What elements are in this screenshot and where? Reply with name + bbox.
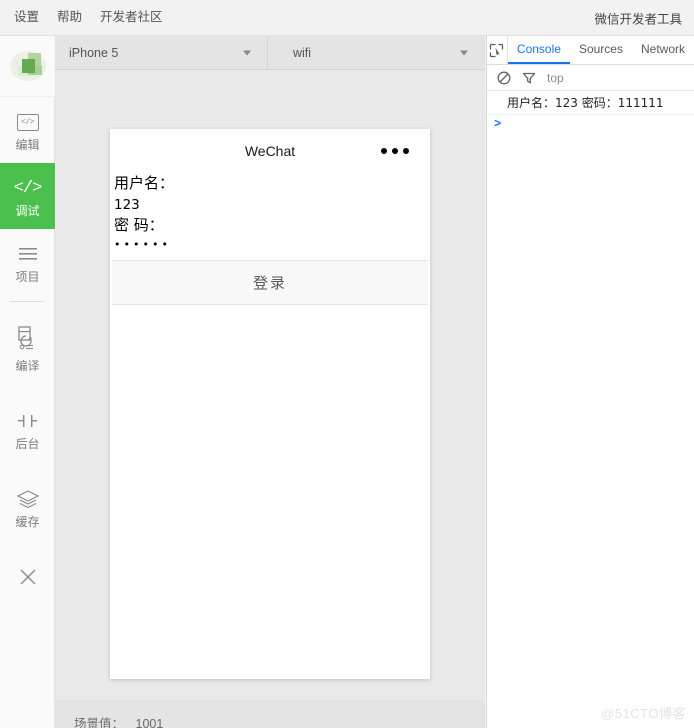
scene-value-label: 场景值： [74, 717, 125, 728]
inspect-cursor-glyph [490, 43, 504, 57]
menu-group: 设置 帮助 开发者社区 [0, 11, 163, 24]
sidebar-item-close[interactable] [0, 540, 55, 606]
left-sidebar: </> 编辑 </> 调试 项目 编译 后台 缓存 [0, 36, 55, 728]
sidebar-item-label-cache: 缓存 [15, 515, 40, 529]
compile-refresh-icon [16, 324, 40, 354]
simulator-toolbar: iPhone 5 wifi [55, 36, 485, 70]
console-context-selector[interactable]: top [547, 71, 564, 85]
filter-funnel-icon[interactable] [520, 69, 537, 86]
username-input[interactable]: 123 [112, 195, 428, 215]
sidebar-item-debug[interactable]: </> 调试 [0, 163, 55, 229]
sidebar-item-label-compile: 编译 [15, 359, 40, 373]
password-label: 密 码： [114, 216, 164, 234]
sidebar-item-project[interactable]: 项目 [0, 229, 55, 295]
layers-icon [16, 488, 40, 510]
code-angle-icon: </> [13, 178, 43, 198]
console-output: 用户名：123 密码：111111 > [487, 91, 694, 135]
simulator-stage: WeChat 用户名： 123 密 码： •••••• 登录 [55, 70, 485, 700]
more-dots-icon[interactable] [381, 148, 409, 154]
sidebar-item-cache[interactable]: 缓存 [0, 462, 55, 540]
password-input[interactable]: •••••• [112, 237, 428, 254]
network-select-value: wifi [293, 45, 312, 60]
device-select-value: iPhone 5 [69, 45, 119, 60]
chevron-down-icon [243, 50, 251, 55]
layers-glyph [16, 490, 39, 509]
page-title: WeChat [244, 143, 296, 159]
login-form: 用户名： 123 密 码： •••••• 登录 [110, 173, 430, 306]
chevron-down-icon [460, 50, 468, 55]
simulator-pane: iPhone 5 wifi WeChat 用户名： 123 密 码： •••••… [55, 36, 485, 728]
sidebar-item-label-edit: 编辑 [15, 138, 40, 152]
sidebar-item-background[interactable]: 后台 [0, 384, 55, 462]
login-button[interactable]: 登录 [112, 260, 428, 306]
sidebar-item-label-background: 后台 [15, 437, 40, 451]
phone-screen: WeChat 用户名： 123 密 码： •••••• 登录 [110, 129, 430, 679]
scene-value-row: 场景值： 1001 [74, 714, 485, 728]
clear-console-glyph [497, 71, 510, 84]
filter-funnel-glyph [522, 72, 535, 83]
sidebar-item-compile[interactable]: 编译 [0, 302, 55, 384]
background-glyph [17, 415, 37, 427]
tab-console[interactable]: Console [507, 36, 570, 64]
tab-sources[interactable]: Sources [570, 36, 632, 64]
tab-network[interactable]: Network [632, 36, 694, 64]
wechat-devtools-window: 设置 帮助 开发者社区 微信开发者工具 </> 编辑 </> 调试 项目 编译 … [0, 0, 694, 728]
close-x-icon [17, 566, 39, 588]
simulator-info-bar: 场景值： 1001 页面路径：pages/index/login [55, 700, 485, 728]
scene-value: 1001 [135, 717, 164, 728]
inspect-cursor-icon[interactable] [487, 36, 508, 64]
sidebar-item-label-project: 项目 [15, 270, 40, 284]
console-input-prompt[interactable]: > [487, 115, 694, 135]
logo-icon [9, 51, 46, 81]
menu-settings[interactable]: 设置 [14, 11, 39, 24]
list-lines-glyph [18, 248, 37, 260]
prompt-arrow-icon: > [494, 117, 502, 131]
code-box-icon: </> [16, 111, 39, 133]
close-x-glyph [19, 569, 36, 585]
top-menu-bar: 设置 帮助 开发者社区 微信开发者工具 [0, 0, 694, 36]
network-select[interactable]: wifi [268, 36, 484, 69]
app-title: 微信开发者工具 [594, 12, 682, 26]
console-log-row: 用户名：123 密码：111111 [487, 91, 694, 115]
username-label: 用户名： [114, 174, 175, 192]
sidebar-item-label-debug: 调试 [15, 204, 40, 218]
menu-developer-community[interactable]: 开发者社区 [100, 11, 163, 24]
clear-console-icon[interactable] [495, 69, 512, 86]
devtools-tabbar: Console Sources Network [487, 36, 694, 65]
devtools-pane: Console Sources Network top 用户名：123 密码：1… [486, 36, 694, 728]
devtools-filter-bar: top [487, 65, 694, 91]
phone-navbar: WeChat [110, 129, 430, 173]
device-select[interactable]: iPhone 5 [55, 36, 268, 69]
sidebar-item-edit[interactable]: </> 编辑 [0, 97, 55, 163]
compile-glyph [17, 326, 33, 350]
background-bracket-icon [16, 410, 40, 432]
list-lines-icon [18, 243, 38, 265]
menu-help[interactable]: 帮助 [57, 11, 82, 24]
wechat-devtools-logo [0, 36, 55, 97]
